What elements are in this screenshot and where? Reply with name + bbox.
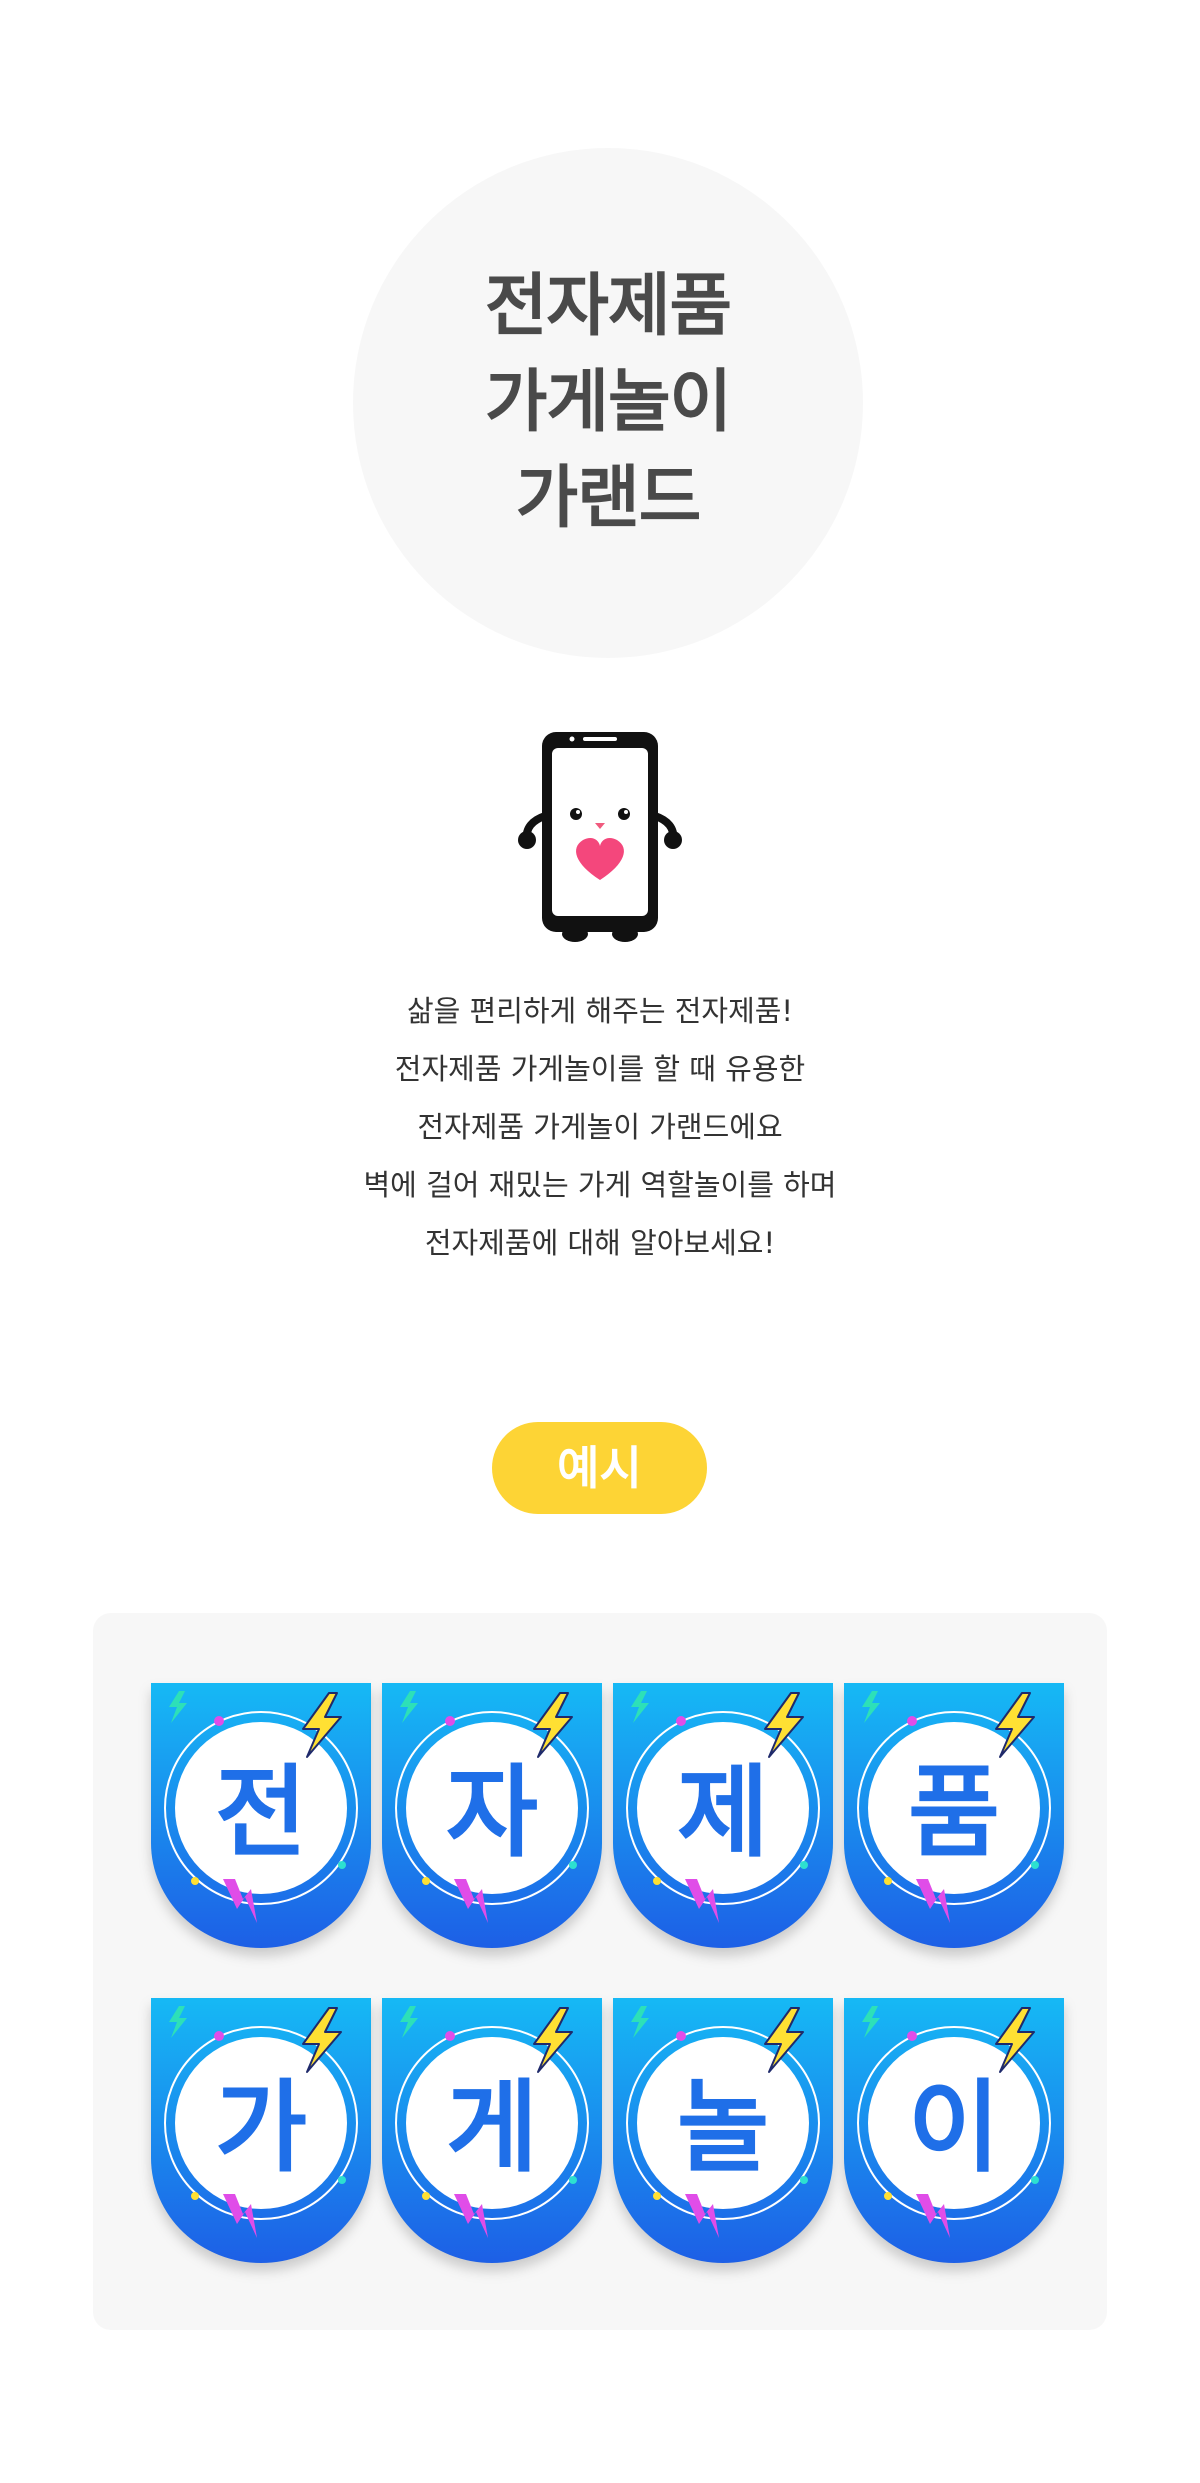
garland-flag: 제 (613, 1683, 833, 1948)
intro-line-3: 전자제품 가게놀이 가랜드에요 (417, 1110, 783, 1144)
flag-letter: 놀 (677, 2068, 769, 2186)
garland-flag: 이 (844, 1998, 1064, 2263)
flag-letter: 게 (446, 2068, 538, 2186)
example-label: 예시 (492, 1422, 707, 1514)
title-badge: 전자제품 가게놀이 가랜드 (353, 148, 863, 658)
flag-letter: 제 (677, 1753, 769, 1871)
garland-flag: 전 (151, 1683, 371, 1948)
title-line-1: 전자제품 (484, 267, 732, 346)
garland-flag: 가 (151, 1998, 371, 2263)
garland-flag: 자 (382, 1683, 602, 1948)
title-line-3: 가랜드 (515, 459, 702, 538)
page-title: 전자제품 가게놀이 가랜드 (484, 259, 732, 547)
intro-line-5: 전자제품에 대해 알아보세요! (424, 1226, 776, 1260)
garland-flag: 놀 (613, 1998, 833, 2263)
flag-letter: 이 (908, 2068, 1000, 2186)
intro-text: 삶을 편리하게 해주는 전자제품! 전자제품 가게놀이를 할 때 유용한 전자제… (200, 982, 1000, 1272)
intro-line-1: 삶을 편리하게 해주는 전자제품! (406, 994, 794, 1028)
example-panel: 전 자 제 품 가 게 놀 이 (93, 1613, 1107, 2330)
flag-letter: 자 (446, 1753, 538, 1871)
garland-flag: 게 (382, 1998, 602, 2263)
intro-line-4: 벽에 걸어 재밌는 가게 역할놀이를 하며 (363, 1168, 837, 1202)
smartphone-heart-mascot-icon (515, 728, 685, 946)
flag-letter: 전 (215, 1753, 307, 1871)
flag-letter: 품 (908, 1753, 1000, 1871)
garland-flag: 품 (844, 1683, 1064, 1948)
flag-letter: 가 (215, 2068, 307, 2186)
garland-grid: 전 자 제 품 가 게 놀 이 (151, 1683, 1064, 2263)
intro-line-2: 전자제품 가게놀이를 할 때 유용한 (394, 1052, 806, 1086)
title-line-2: 가게놀이 (484, 363, 732, 442)
